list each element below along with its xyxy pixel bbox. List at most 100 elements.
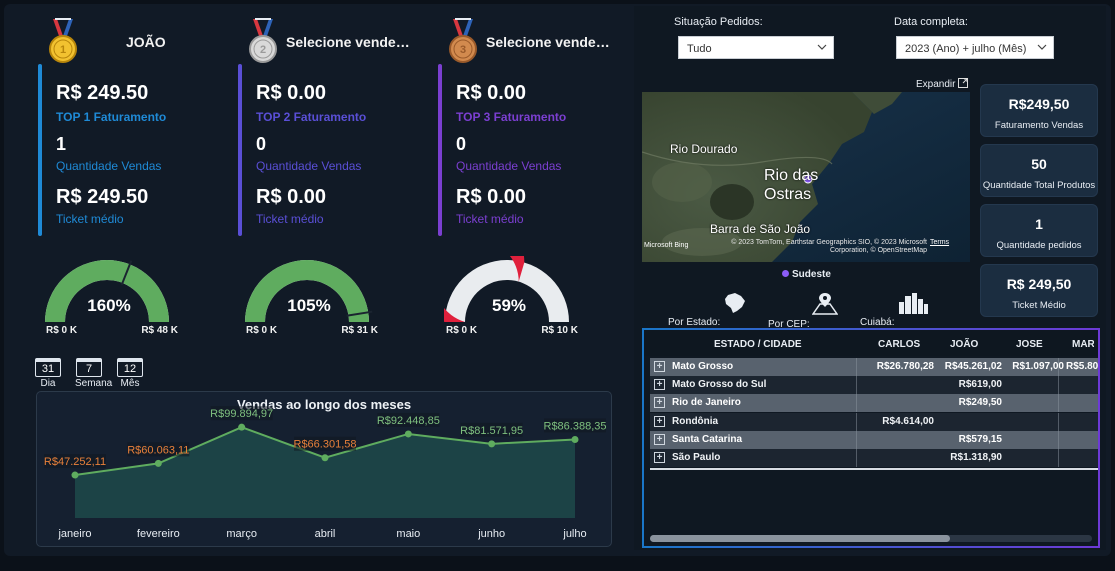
seller-name[interactable]: Selecione vendedor(a) — [286, 34, 414, 50]
expand-row-icon[interactable]: + — [654, 379, 665, 391]
row-name: Mato Grosso do Sul — [672, 379, 767, 391]
table-row[interactable]: + Mato Grosso do Sul R$619,00 — [650, 376, 1098, 395]
x-tick-label: abril — [315, 528, 336, 540]
chevron-down-icon — [817, 44, 827, 50]
cell-separator — [856, 358, 857, 376]
period-month-button[interactable]: 12 Mês — [116, 358, 144, 389]
gauge-min: R$ 0 K — [246, 325, 278, 336]
expand-button[interactable]: Expandir — [916, 78, 969, 90]
col-header-jose[interactable]: JOSE — [1016, 339, 1043, 350]
expand-row-icon[interactable]: + — [654, 397, 665, 409]
seller-name[interactable]: Selecione vendedor(a) — [486, 34, 614, 50]
sales-matrix-table: ESTADO / CIDADE CARLOS JOÃO JOSE MARIA +… — [642, 328, 1100, 548]
calendar-icon: 31 — [35, 358, 61, 377]
table-row[interactable]: + Rio de Janeiro R$249,50 — [650, 394, 1098, 413]
table-header: ESTADO / CIDADE CARLOS JOÃO JOSE MARIA — [644, 330, 1098, 356]
top-label: TOP 2 Faturamento — [256, 110, 367, 124]
brazil-map-icon — [725, 293, 746, 313]
data-completa-select[interactable]: 2023 (Ano) + julho (Mês) — [896, 36, 1054, 59]
svg-text:3: 3 — [460, 44, 466, 56]
accent-bar — [38, 64, 42, 236]
top-label: TOP 3 Faturamento — [456, 110, 567, 124]
kpi-label: Faturamento Vendas — [994, 120, 1084, 131]
expand-label: Expandir — [916, 79, 956, 90]
x-tick-label: março — [226, 528, 257, 540]
kpi-label: Quantidade Total Produtos — [982, 180, 1096, 191]
faturamento-value: R$ 0.00 — [456, 82, 527, 104]
seller-name[interactable]: JOÃO — [126, 34, 186, 50]
legend-label: Sudeste — [792, 269, 831, 280]
cell-separator — [1058, 394, 1059, 413]
seller-column-2: 2 Selecione vendedor(a) R$ 0.00 TOP 2 Fa… — [238, 12, 435, 350]
medal-icon: 2 — [249, 18, 277, 63]
col-header-estado[interactable]: ESTADO / CIDADE — [714, 339, 802, 350]
row-name: Rio de Janeiro — [672, 397, 741, 409]
sales-chart-svg: R$47.252,11 janeiro R$60.063,11 fevereiro R$… — [44, 406, 607, 540]
row-name: Santa Catarina — [672, 433, 743, 445]
gauge-max: R$ 10 K — [541, 325, 578, 336]
x-tick-label: janeiro — [57, 528, 91, 540]
table-row[interactable]: + Rondônia R$4.614,00 — [650, 412, 1098, 431]
city-icon — [899, 293, 929, 314]
horizontal-scrollbar[interactable] — [650, 535, 1092, 542]
seller-column-1: 1 JOÃO R$ 249.50 TOP 1 Faturamento 1 Qua… — [38, 12, 235, 350]
period-week-button[interactable]: 7 Semana — [75, 358, 112, 389]
col-header-joao[interactable]: JOÃO — [950, 339, 978, 350]
scrollbar-thumb[interactable] — [650, 535, 950, 542]
table-total-divider — [650, 468, 1098, 470]
gauge-percent: 105% — [287, 296, 331, 315]
sales-point[interactable] — [154, 459, 162, 467]
data-label: R$99.894,97 — [210, 408, 273, 420]
row-cell: R$1.318,90 — [950, 452, 1002, 463]
kpi-label: Quantidade pedidos — [996, 240, 1082, 251]
seller-card: R$ 0.00 TOP 2 Faturamento 0 Quantidade V… — [238, 64, 428, 236]
sales-point[interactable] — [404, 430, 412, 438]
sellers-panel: 1 JOÃO R$ 249.50 TOP 1 Faturamento 1 Qua… — [38, 12, 630, 350]
target-gauge: 105% R$ 0 K R$ 31 K — [244, 256, 378, 336]
row-name: Mato Grosso — [672, 361, 734, 372]
period-day-button[interactable]: 31 Dia — [34, 358, 62, 389]
nav-cuiaba[interactable]: Cuiabá: — [860, 292, 929, 328]
sales-point[interactable] — [571, 435, 579, 443]
expand-row-icon[interactable]: + — [654, 415, 665, 427]
kpi-quantidade-pedidos: 1 Quantidade pedidos — [980, 204, 1098, 257]
quantidade-label: Quantidade Vendas — [56, 159, 162, 173]
expand-row-icon[interactable]: + — [654, 361, 665, 372]
legend-dot — [782, 270, 789, 277]
table-row[interactable]: + Mato Grosso R$26.780,28 R$45.261,02 R$1.0… — [650, 358, 1099, 376]
sales-point[interactable] — [71, 471, 79, 479]
nav-por-estado[interactable]: Por Estado: — [668, 292, 747, 328]
table-row[interactable]: + São Paulo R$1.318,90 — [650, 449, 1098, 467]
expand-row-icon[interactable]: + — [654, 433, 665, 445]
expand-row-icon[interactable]: + — [654, 452, 665, 463]
row-cell: R$5.80 — [1066, 361, 1099, 372]
map-terms-link[interactable]: Terms — [930, 239, 949, 246]
col-header-maria[interactable]: MARIA — [1072, 339, 1094, 350]
table-row[interactable]: + Santa Catarina R$579,15 — [650, 430, 1098, 449]
period-month-label: Mês — [120, 378, 140, 389]
map-pin-icon — [812, 293, 839, 315]
kpi-label: Ticket Médio — [1012, 300, 1066, 311]
nav-por-estado-label: Por Estado: — [668, 317, 721, 328]
quantidade-value: 1 — [56, 134, 67, 154]
cell-separator — [1058, 430, 1059, 449]
region-map[interactable]: Rio Dourado Rio das Ostras Barra de São … — [642, 92, 970, 262]
map-attribution: © 2023 TomTom, Earthstar Geographics SIO… — [731, 239, 927, 254]
col-header-carlos[interactable]: CARLOS — [878, 339, 920, 350]
chevron-down-icon — [1037, 44, 1047, 50]
data-label: R$47.252,11 — [44, 456, 106, 468]
sales-point[interactable] — [321, 454, 329, 462]
monthly-sales-chart: Vendas ao longo dos meses R$47.252,11 jan… — [36, 391, 612, 547]
cell-separator — [856, 412, 857, 431]
cell-separator — [1058, 412, 1059, 431]
medal-icon: 1 — [49, 18, 77, 63]
target-gauge: 59% R$ 0 K R$ 10 K — [400, 200, 578, 336]
situacao-select[interactable]: Tudo — [678, 36, 834, 59]
kpi-value: R$ 249,50 — [1006, 276, 1072, 292]
data-label: R$86.388,35 — [544, 420, 607, 432]
nav-por-cep[interactable]: Por CEP: — [768, 292, 839, 330]
cell-separator — [856, 394, 857, 413]
cell-separator — [856, 430, 857, 449]
sales-point[interactable] — [238, 423, 246, 431]
sales-point[interactable] — [488, 440, 496, 448]
